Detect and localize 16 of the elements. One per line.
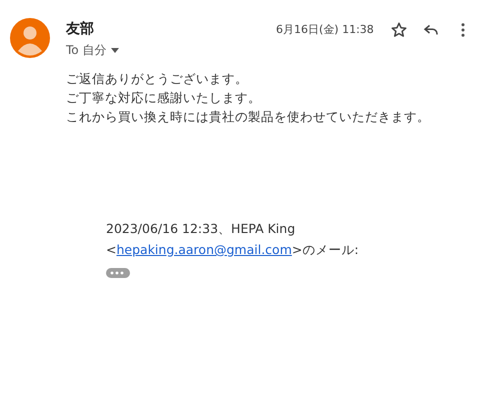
ellipsis-icon	[110, 271, 124, 275]
message-line: ご丁寧な対応に感謝いたします。	[66, 89, 262, 107]
avatar-icon	[10, 18, 50, 58]
sender-name: 友部	[66, 20, 95, 38]
star-icon[interactable]	[390, 21, 408, 39]
recipient-dropdown[interactable]: To 自分	[66, 42, 120, 59]
quote-text: <	[106, 242, 116, 257]
quote-text: >のメール:	[292, 242, 359, 257]
more-icon[interactable]	[460, 21, 466, 39]
date-text: 6月16日(金) 11:38	[276, 22, 375, 37]
show-trimmed-button[interactable]	[106, 268, 130, 278]
message-line: これから買い換え時には貴社の製品を使わせていただきます。	[66, 108, 431, 126]
quote-header: 2023/06/16 12:33、HEPA King	[106, 220, 296, 238]
caret-icon	[111, 48, 120, 53]
message-line: ご返信ありがとうございます。	[66, 70, 249, 88]
email-link[interactable]: hepaking.aaron@gmail.com	[116, 242, 292, 257]
